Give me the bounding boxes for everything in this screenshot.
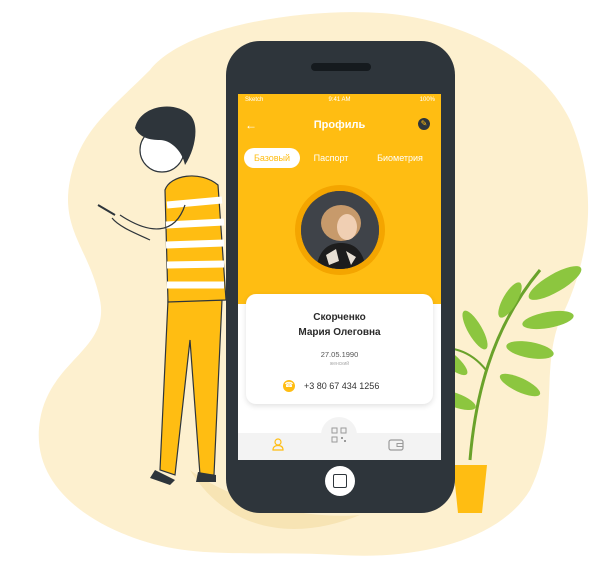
profile-header-background: Sketch 9:41 AM 100% ← Профиль ✎ Базовый … [238,94,441,304]
phone-number[interactable]: +3 80 67 434 1256 [304,381,379,391]
status-time: 9:41 AM [328,97,351,103]
avatar-photo [301,191,379,269]
qr-code-icon [331,427,347,443]
home-square-icon [333,474,347,488]
battery-label: 100% [419,97,435,103]
birth-date: 27.05.1990 [320,350,359,359]
user-icon[interactable] [271,437,285,451]
profile-surname: Скорченко [313,312,366,323]
phone-device: Sketch 9:41 AM 100% ← Профиль ✎ Базовый … [226,41,455,513]
profile-card: Скорченко Мария Олеговна 27.05.1990 женс… [246,294,433,404]
profile-given-names: Мария Олеговна [298,327,381,338]
qr-code-button[interactable] [321,417,357,453]
page-title: Профиль [313,119,366,131]
home-button[interactable] [325,466,355,496]
status-bar: Sketch 9:41 AM 100% [238,94,441,107]
tab-biometrics[interactable]: Биометрия [366,148,434,168]
phone-screen: Sketch 9:41 AM 100% ← Профиль ✎ Базовый … [238,94,441,460]
profile-tabs: Базовый Паспорт Биометрия [244,148,440,168]
avatar-ring [295,185,385,275]
tab-basic[interactable]: Базовый [244,148,300,168]
phone-speaker [311,63,371,71]
avatar[interactable] [301,191,379,269]
pencil-icon[interactable]: ✎ [418,118,430,130]
wallet-icon[interactable] [388,439,404,451]
phone-icon[interactable]: ☎ [283,380,295,392]
tab-passport[interactable]: Паспорт [306,148,356,168]
gender-label: женский [329,361,350,367]
